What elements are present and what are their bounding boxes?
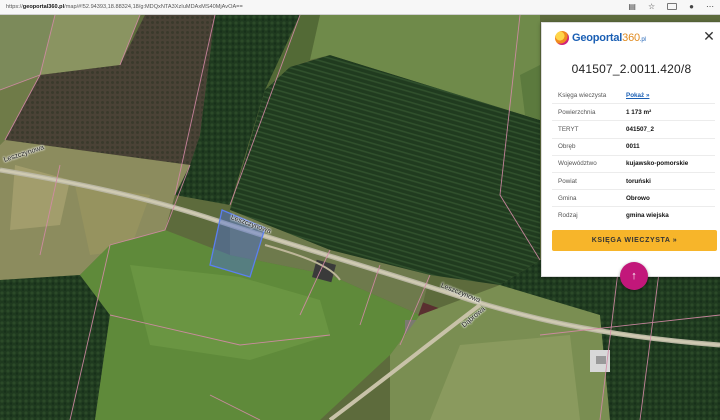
table-row: TERYT 041507_2 [552, 121, 715, 139]
star-icon[interactable]: ☆ [648, 3, 655, 11]
menu-icon[interactable]: ⋯ [706, 3, 714, 11]
row-label-type: Rodzaj [558, 212, 578, 220]
table-row: Gmina Obrowo [552, 190, 715, 208]
browser-address-bar: https://geoportal360.pl/map/#!52.94393,1… [0, 0, 720, 15]
extensions-icon[interactable] [667, 2, 678, 12]
url-host: geoportal360.pl [22, 4, 65, 10]
row-label-commune: Gmina [558, 194, 577, 202]
table-row: Powiat toruński [552, 173, 715, 191]
row-value-teryt: 041507_2 [626, 125, 655, 133]
row-value-county: toruński [626, 177, 651, 185]
row-value-type: gmina wiejska [626, 212, 669, 220]
row-value-precinct: 0011 [626, 143, 640, 151]
table-row: Księga wieczysta Pokaż » [552, 87, 715, 105]
land-register-button[interactable]: KSIĘGA WIECZYSTA » [552, 230, 717, 251]
reader-view-icon[interactable]: ▤ [628, 3, 636, 11]
row-label-precinct: Obręb [558, 143, 576, 151]
table-row: Rodzaj gmina wiejska [552, 207, 715, 224]
logo-mark-icon [555, 31, 569, 45]
logo-text: Geoportal [572, 32, 623, 44]
row-label-voivodeship: Województwo [558, 160, 597, 168]
row-label-teryt: TERYT [558, 125, 579, 133]
url-path: /map/#!52.94393,18.88324,18/g:MDQxNTA3Xz… [64, 4, 243, 10]
row-label-land-register: Księga wieczysta [558, 91, 607, 99]
row-value-area: 1 173 m² [626, 108, 652, 116]
parcel-attributes-table: Księga wieczysta Pokaż » Powierzchnia 1 … [552, 87, 715, 225]
row-value-voivodeship: kujawsko-pomorskie [626, 160, 689, 168]
profile-icon[interactable]: ● [689, 3, 694, 11]
row-label-area: Powierzchnia [558, 108, 596, 116]
table-row: Powierzchnia 1 173 m² [552, 104, 715, 122]
browser-toolbar-icons: ▤ ☆ ● ⋯ [628, 2, 714, 12]
logo-suffix: .pl [639, 37, 646, 43]
row-label-county: Powiat [558, 177, 577, 185]
url-prefix: https:// [6, 4, 23, 10]
scroll-up-button[interactable]: ↑ [620, 262, 648, 290]
table-row: Województwo kujawsko-pomorskie [552, 156, 715, 173]
geoportal-logo[interactable]: Geoportal360.pl [555, 29, 646, 47]
url-field[interactable]: https://geoportal360.pl/map/#!52.94393,1… [6, 4, 620, 10]
parcel-info-panel: Geoportal360.pl ✕ 041507_2.0011.420/8 Ks… [541, 22, 720, 277]
logo-number: 360 [622, 32, 640, 44]
parcel-id-title: 041507_2.0011.420/8 [571, 62, 692, 76]
row-value-commune: Obrowo [626, 194, 650, 202]
table-row: Obręb 0011 [552, 139, 715, 156]
close-icon[interactable]: ✕ [702, 29, 716, 43]
show-land-register-link[interactable]: Pokaż » [626, 92, 715, 99]
arrow-up-icon: ↑ [631, 270, 637, 282]
